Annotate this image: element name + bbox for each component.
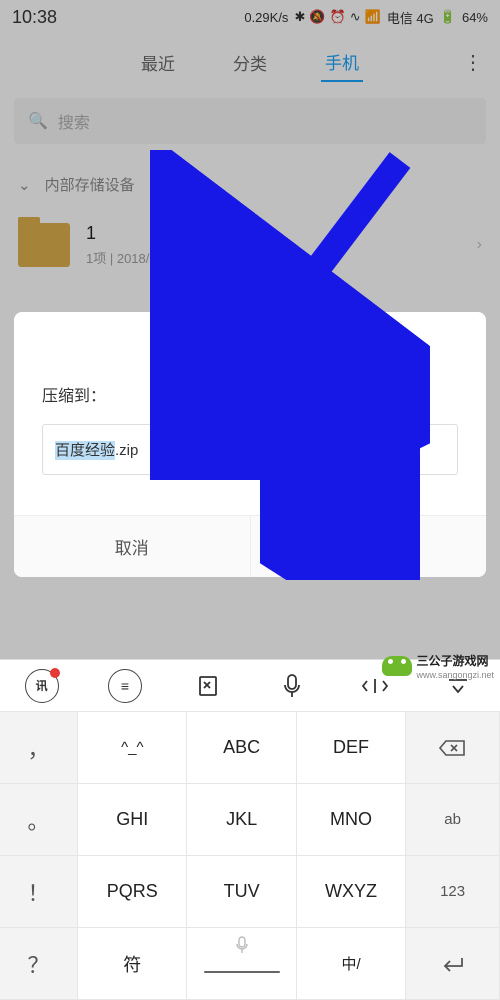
key-jkl[interactable]: JKL <box>187 784 296 856</box>
key-mno[interactable]: MNO <box>297 784 406 856</box>
microphone-icon[interactable] <box>275 669 309 703</box>
key-space[interactable] <box>187 928 296 1000</box>
key-lang[interactable]: 中/ <box>297 928 406 1000</box>
key-exclaim[interactable]: ！ <box>0 856 78 928</box>
dialog-title: 压缩 <box>14 312 486 376</box>
key-question[interactable]: ？ <box>0 928 78 1000</box>
dialog-buttons: 取消 确定 <box>14 515 486 577</box>
key-wxyz[interactable]: WXYZ <box>297 856 406 928</box>
clipboard-icon[interactable] <box>191 669 225 703</box>
key-face[interactable]: ^_^ <box>78 712 187 784</box>
dialog-label: 压缩到： <box>14 376 486 424</box>
ime-switch-icon[interactable]: 讯 <box>25 669 59 703</box>
space-bar-icon <box>204 971 280 974</box>
compress-dialog: 压缩 压缩到： 百度经验.zip 取消 确定 <box>14 312 486 577</box>
key-123[interactable]: 123 <box>406 856 500 928</box>
filename-ext: .zip <box>115 442 138 459</box>
watermark-url: www.sangongzi.net <box>416 670 494 680</box>
space-mic-icon <box>235 936 249 959</box>
key-ghi[interactable]: GHI <box>78 784 187 856</box>
filename-input[interactable]: 百度经验.zip <box>42 424 458 475</box>
watermark-title: 三公子游戏网 <box>416 654 488 668</box>
key-backspace[interactable] <box>406 712 500 784</box>
cancel-button[interactable]: 取消 <box>14 516 251 577</box>
key-enter[interactable] <box>406 928 500 1000</box>
key-symbols[interactable]: 符 <box>78 928 187 1000</box>
watermark: 三公子游戏网 www.sangongzi.net <box>382 652 494 680</box>
filename-selected: 百度经验 <box>55 441 115 460</box>
confirm-button[interactable]: 确定 <box>251 516 487 577</box>
keyboard: 讯 ≡ ， ^_^ ABC DEF 。 GHI JKL MNO ab ！ PQR… <box>0 659 500 1000</box>
message-icon[interactable]: ≡ <box>108 669 142 703</box>
key-abc[interactable]: ABC <box>187 712 296 784</box>
watermark-icon <box>382 656 412 676</box>
keyboard-grid: ， ^_^ ABC DEF 。 GHI JKL MNO ab ！ PQRS TU… <box>0 712 500 1000</box>
key-tuv[interactable]: TUV <box>187 856 296 928</box>
key-pqrs[interactable]: PQRS <box>78 856 187 928</box>
key-mode-ab[interactable]: ab <box>406 784 500 856</box>
key-comma[interactable]: ， <box>0 712 78 784</box>
key-period[interactable]: 。 <box>0 784 78 856</box>
key-def[interactable]: DEF <box>297 712 406 784</box>
